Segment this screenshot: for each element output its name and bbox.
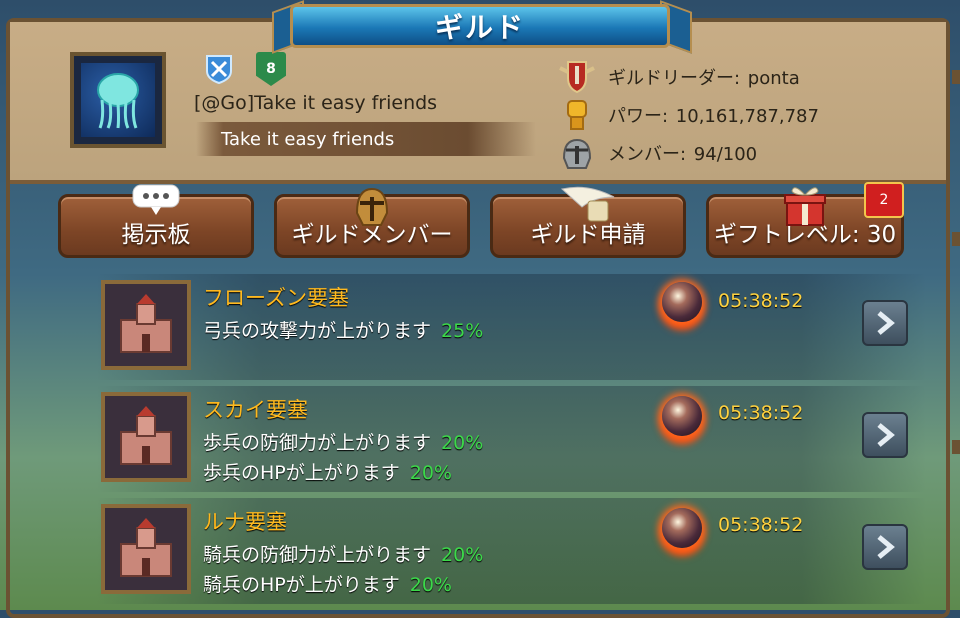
leader-label: ギルドリーダー: <box>608 68 746 89</box>
effect-value: 25% <box>441 320 484 342</box>
chevron-right-icon <box>877 535 895 559</box>
speech-bubble-icon <box>131 183 181 221</box>
page-title: ギルド <box>434 11 525 44</box>
fortress-name: スカイ要塞 <box>203 398 308 422</box>
effect-value: 20% <box>409 574 452 596</box>
fortress-row: スカイ要塞 歩兵の防御力が上がります 20% 歩兵のHPが上がります 20% 05:… <box>96 386 926 492</box>
fortress-detail-button[interactable] <box>862 300 908 346</box>
fortress-name: ルナ要塞 <box>203 510 287 534</box>
fire-orb-icon <box>662 396 702 436</box>
fortress-castle-icon[interactable] <box>101 504 191 594</box>
guild-name: [@Go]Take it easy friends <box>194 92 438 114</box>
helmet-icon <box>556 136 598 170</box>
guild-leader-row: ギルドリーダー: ponta <box>556 60 800 94</box>
effect-value: 20% <box>409 462 452 484</box>
crossed-swords-shield-icon <box>203 53 235 85</box>
effect-value: 20% <box>441 544 484 566</box>
power-label: パワー: <box>608 106 674 127</box>
frame-tick <box>952 70 960 84</box>
fortress-row: ルナ要塞 騎兵の防御力が上がります 20% 騎兵のHPが上がります 20% 05:3… <box>96 498 926 604</box>
effect-value: 20% <box>441 432 484 454</box>
fortress-detail-button[interactable] <box>862 524 908 570</box>
guild-emblem[interactable] <box>70 52 166 148</box>
guild-members-row: メンバー: 94/100 <box>556 136 757 170</box>
fortress-detail-button[interactable] <box>862 412 908 458</box>
helmet-icon <box>351 183 393 231</box>
fortress-timer: 05:38:52 <box>718 402 804 424</box>
effect-text: 歩兵のHPが上がります <box>203 462 400 484</box>
fortress-castle-icon[interactable] <box>101 280 191 370</box>
chevron-right-icon <box>877 311 895 335</box>
tab-guild-members[interactable]: ギルドメンバー <box>274 187 470 258</box>
fortress-name: フローズン要塞 <box>203 286 349 310</box>
members-label: メンバー: <box>608 144 692 165</box>
effect-text: 弓兵の攻撃力が上がります <box>203 320 432 342</box>
fortress-effect: 騎兵のHPが上がります 20% <box>203 570 452 597</box>
frame-tick <box>952 232 960 246</box>
effect-text: 歩兵の防御力が上がります <box>203 432 432 454</box>
tab-bulletin-board[interactable]: 掲示板 <box>58 184 254 258</box>
fortress-effect: 歩兵の防御力が上がります 20% <box>203 428 483 455</box>
fortress-castle-icon[interactable] <box>101 392 191 482</box>
tab-guild-applications[interactable]: ギルド申請 <box>490 186 686 258</box>
gift-box-icon <box>782 183 828 231</box>
guild-motto: Take it easy friends <box>221 129 395 150</box>
power-value: 10,161,787,787 <box>675 106 819 127</box>
fire-orb-icon <box>662 508 702 548</box>
gift-notification-badge: 2 <box>864 182 904 218</box>
leader-shield-icon <box>556 60 598 94</box>
effect-text: 騎兵の防御力が上がります <box>203 544 432 566</box>
fire-orb-icon <box>662 282 702 322</box>
title-banner: ギルド <box>290 4 670 48</box>
fortress-effect: 歩兵のHPが上がります 20% <box>203 458 452 485</box>
chevron-right-icon <box>877 423 895 447</box>
guild-power-row: パワー: 10,161,787,787 <box>556 98 819 132</box>
fortress-row: フローズン要塞 弓兵の攻撃力が上がります 25% 05:38:52 <box>96 274 926 380</box>
fortress-effect: 騎兵の防御力が上がります 20% <box>203 540 483 567</box>
members-value: 94/100 <box>693 144 758 165</box>
quill-scroll-icon <box>558 183 618 227</box>
fortress-timer: 05:38:52 <box>718 290 804 312</box>
effect-text: 騎兵のHPが上がります <box>203 574 400 596</box>
fortress-timer: 05:38:52 <box>718 514 804 536</box>
leader-value: ponta <box>747 68 800 89</box>
jellyfish-emblem-icon <box>81 63 155 137</box>
fortress-effect: 弓兵の攻撃力が上がります 25% <box>203 316 483 343</box>
frame-tick <box>952 440 960 454</box>
power-fist-icon <box>556 98 598 132</box>
